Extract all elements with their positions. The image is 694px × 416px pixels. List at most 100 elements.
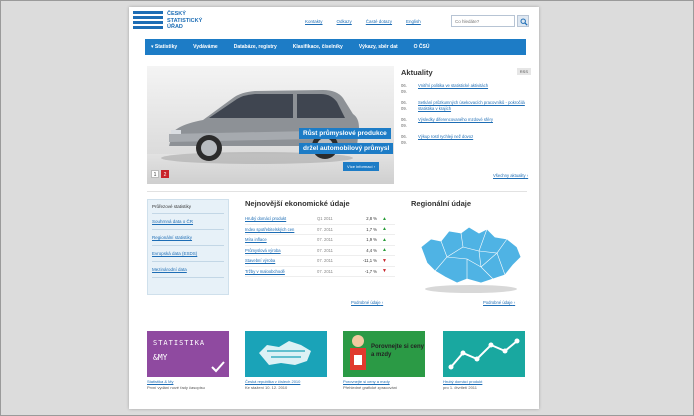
indicators-more-label: Podrobné údaje	[351, 300, 381, 305]
hero-more-button[interactable]: Více informací ›	[343, 162, 380, 171]
promo-subtitle: První vydání nové řady časopisu	[147, 385, 205, 390]
website-page: ČESKÝ STATISTICKÝ ÚŘAD Kontakty Odkazy Č…	[129, 7, 539, 409]
indicators-title: Nejnovější ekonomické údaje	[245, 199, 350, 208]
rss-button[interactable]: RSS	[516, 68, 531, 75]
indicator-name[interactable]: Index spotřebitelských cen	[245, 227, 317, 232]
news-title: Aktuality	[401, 68, 433, 77]
indicator-period: 07. 2011	[317, 226, 333, 232]
promo-image-line	[443, 331, 525, 377]
statbox-link-international[interactable]: Mezinárodní data	[152, 262, 224, 278]
arrow-up-icon: ▲	[382, 247, 387, 254]
indicator-period: 07. 2011	[317, 258, 333, 264]
statbox-link-summary[interactable]: Souhrnná data o ČR	[152, 214, 224, 230]
economic-indicators: Nejnovější ekonomické údaje Hrubý domácí…	[245, 199, 395, 277]
news-item[interactable]: 06. 09. Výsledky diferencovaného mzdové …	[401, 117, 531, 128]
table-row: Míra inflace 07. 2011 1,9 % ▲	[245, 235, 395, 246]
pager-1[interactable]: 1	[151, 170, 159, 178]
logo-stripe	[133, 16, 163, 19]
nav-item-reports[interactable]: Výkazy, sběr dat	[351, 44, 406, 50]
nav-item-statistics[interactable]: ▾ Statistiky	[145, 44, 185, 50]
top-link-links[interactable]: Odkazy	[337, 19, 352, 24]
promo-caption[interactable]: Česká republika v číslech 2010	[245, 379, 327, 384]
table-row: Stavební výroba 07. 2011 -11,1 % ▼	[245, 256, 395, 267]
indicator-value: 1,7 %	[366, 226, 377, 232]
hero-banner[interactable]: Růst průmyslové produkce držel automobil…	[147, 66, 394, 184]
indicator-name[interactable]: Tržby v maloobchodě	[245, 269, 317, 274]
statbox-link-european[interactable]: Evropská data (ESDS)	[152, 246, 224, 262]
regional-more-link[interactable]: Podrobné údaje ›	[483, 300, 515, 305]
news-date: 06. 09.	[401, 117, 407, 128]
arrow-up-icon: ▲	[382, 226, 387, 233]
news-date: 06. 09.	[401, 83, 407, 94]
table-row: Hrubý domácí produkt Q1 2011 2,8 % ▲	[245, 214, 395, 225]
pager-2[interactable]: 2	[161, 170, 169, 178]
indicators-more-link[interactable]: Podrobné údaje ›	[351, 300, 383, 305]
search-input[interactable]: Co hledáte?	[451, 15, 515, 27]
news-item[interactable]: 06. 09. Setkání průzkumných úsekovacích …	[401, 100, 531, 111]
search-button[interactable]	[517, 15, 529, 27]
arrow-down-icon: ▼	[382, 257, 387, 264]
czech-map[interactable]	[417, 217, 525, 295]
promo-image-purple: STATISTIKA &MY	[147, 331, 229, 377]
promo-card[interactable]: STATISTIKA &MY Statistika & My První vyd…	[147, 331, 229, 390]
news-panel: Aktuality RSS 06. 09. Vnitřní politika v…	[401, 68, 531, 145]
screenshot-frame: ČESKÝ STATISTICKÝ ÚŘAD Kontakty Odkazy Č…	[0, 0, 694, 416]
regional-more-label: Podrobné údaje	[483, 300, 513, 305]
indicator-period: 07. 2011	[317, 268, 333, 274]
nav-item-databases[interactable]: Databáze, registry	[226, 44, 285, 50]
news-item[interactable]: 06. 09. Vnitřní politika ve statistické …	[401, 83, 531, 94]
table-row: Tržby v maloobchodě 07. 2011 -1,7 % ▼	[245, 267, 395, 277]
hero-more-label: Více informací	[347, 164, 373, 169]
arrow-up-icon: ▲	[382, 215, 387, 222]
regional-data: Regionální údaje	[411, 199, 527, 293]
main-nav: ▾ Statistiky Vydáváme Databáze, registry…	[145, 39, 526, 55]
news-link[interactable]: Výsledky diferencovaného mzdové sféry	[418, 117, 493, 128]
csu-logo[interactable]: ČESKÝ STATISTICKÝ ÚŘAD	[133, 11, 213, 33]
promo-subtitle: Přehledné grafické zpracování	[343, 385, 398, 390]
promo-card[interactable]: Hrubý domácí produkt pro 1. čtvrtletí 20…	[443, 331, 525, 390]
statbox-heading: Průřezové statistiky	[152, 204, 224, 214]
indicator-value: -1,7 %	[364, 268, 377, 274]
cross-section-box: Průřezové statistiky Souhrnná data o ČR …	[147, 199, 229, 295]
promo-caption[interactable]: Statistika & My	[147, 379, 229, 384]
nav-item-about[interactable]: O ČSÚ	[406, 44, 438, 50]
word-cloud-image	[259, 341, 311, 365]
promo-subtitle: pro 1. čtvrtletí 2011	[443, 385, 477, 390]
section-divider	[147, 191, 527, 192]
logo-text: ČESKÝ STATISTICKÝ ÚŘAD	[167, 11, 203, 30]
regional-title: Regionální údaje	[411, 199, 472, 208]
news-item[interactable]: 06. 09. Výkup rostl rychleji než dovoz	[401, 134, 531, 145]
news-link[interactable]: Setkání průzkumných úsekovacích pracovní…	[418, 100, 531, 111]
promo-card[interactable]: Porovnejte si ceny a mzdy Porovnejte si …	[343, 331, 425, 390]
line-chart-icon	[448, 338, 520, 370]
indicator-name[interactable]: Stavební výroba	[245, 258, 317, 263]
indicator-name[interactable]: Hrubý domácí produkt	[245, 216, 317, 221]
arrow-down-icon: ▼	[382, 268, 387, 275]
promo-caption[interactable]: Porovnejte si ceny a mzdy	[343, 379, 425, 384]
news-all-link[interactable]: Všechny aktuality ›	[493, 173, 528, 178]
indicator-name[interactable]: Míra inflace	[245, 237, 317, 242]
top-link-faq[interactable]: Časté dotazy	[366, 19, 392, 24]
top-link-english[interactable]: English	[406, 19, 421, 24]
top-link-contacts[interactable]: Kontakty	[305, 19, 323, 24]
news-date: 06. 09.	[401, 100, 407, 111]
nav-item-classifications[interactable]: Klasifikace, číselníky	[285, 44, 351, 50]
nav-item-publications[interactable]: Vydáváme	[185, 44, 226, 50]
promo-image-text: &MY	[153, 353, 168, 362]
nav-label: Statistiky	[154, 44, 178, 50]
indicator-period: 07. 2011	[317, 247, 333, 253]
statbox-link-regional[interactable]: Regionální statistiky	[152, 230, 224, 246]
indicator-value: 2,8 %	[366, 216, 377, 222]
promo-image-text: STATISTIKA	[153, 339, 206, 347]
promo-card[interactable]: Česká republika v číslech 2010 Ke stažen…	[245, 331, 327, 390]
news-link[interactable]: Vnitřní politika ve statistické aktivitá…	[418, 83, 488, 94]
table-row: Index spotřebitelských cen 07. 2011 1,7 …	[245, 225, 395, 235]
promo-image-green: Porovnejte si ceny a mzdy	[343, 331, 425, 377]
news-link[interactable]: Výkup rostl rychleji než dovoz	[418, 134, 473, 145]
indicator-name[interactable]: Průmyslová výroba	[245, 248, 317, 253]
promo-caption[interactable]: Hrubý domácí produkt	[443, 379, 525, 384]
person-icon	[350, 335, 366, 370]
promo-image-teal	[245, 331, 327, 377]
news-all-label: Všechny aktuality	[493, 173, 526, 178]
indicator-value: -11,1 %	[362, 258, 377, 264]
